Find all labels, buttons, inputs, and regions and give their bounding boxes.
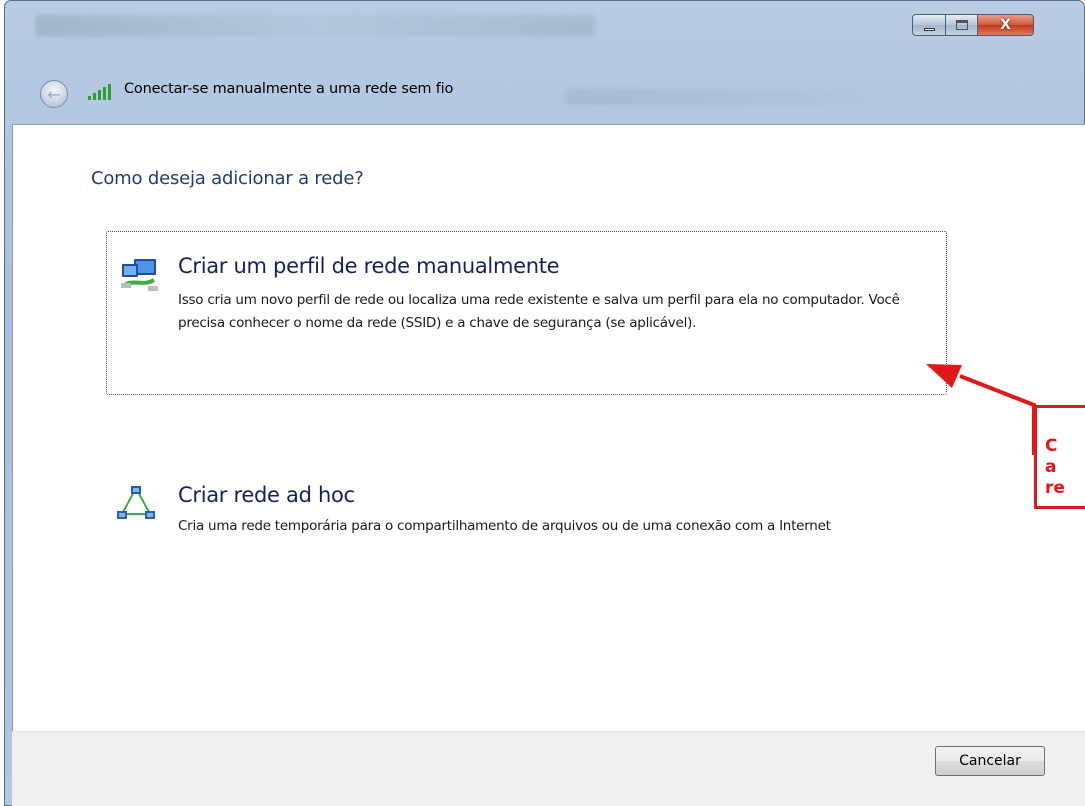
close-button[interactable]: X — [978, 14, 1034, 36]
network-profile-icon — [121, 259, 158, 291]
back-arrow-icon: ← — [47, 84, 61, 104]
page-heading: Como deseja adicionar a rede? — [91, 168, 364, 189]
annotation-text: C a re — [1045, 436, 1065, 498]
option-manual-profile-title[interactable]: Criar um perfil de rede manualmente — [178, 254, 560, 278]
option-adhoc-network-description: Cria uma rede temporária para o comparti… — [178, 518, 831, 534]
minimize-button[interactable] — [912, 14, 946, 36]
blurred-background-addressbar — [565, 89, 865, 105]
window-title: Conectar-se manualmente a uma rede sem f… — [124, 81, 454, 97]
close-icon: X — [1000, 17, 1011, 33]
dialog-footer — [12, 731, 1085, 806]
option-manual-profile-description: Isso cria um novo perfil de rede ou loca… — [178, 292, 900, 331]
annotation-callout: C a re — [1034, 405, 1085, 509]
option-adhoc-network-title[interactable]: Criar rede ad hoc — [178, 483, 355, 507]
back-button[interactable]: ← — [40, 80, 68, 108]
maximize-button[interactable] — [946, 14, 978, 36]
content-area — [12, 124, 1085, 731]
blurred-background-titlebar — [35, 15, 595, 37]
wifi-signal-icon — [88, 82, 118, 100]
maximize-icon — [955, 20, 968, 30]
adhoc-network-icon — [117, 486, 155, 519]
minimize-icon — [923, 27, 935, 31]
cancel-button[interactable]: Cancelar — [935, 746, 1045, 776]
window-caption-buttons: X — [912, 14, 1034, 38]
